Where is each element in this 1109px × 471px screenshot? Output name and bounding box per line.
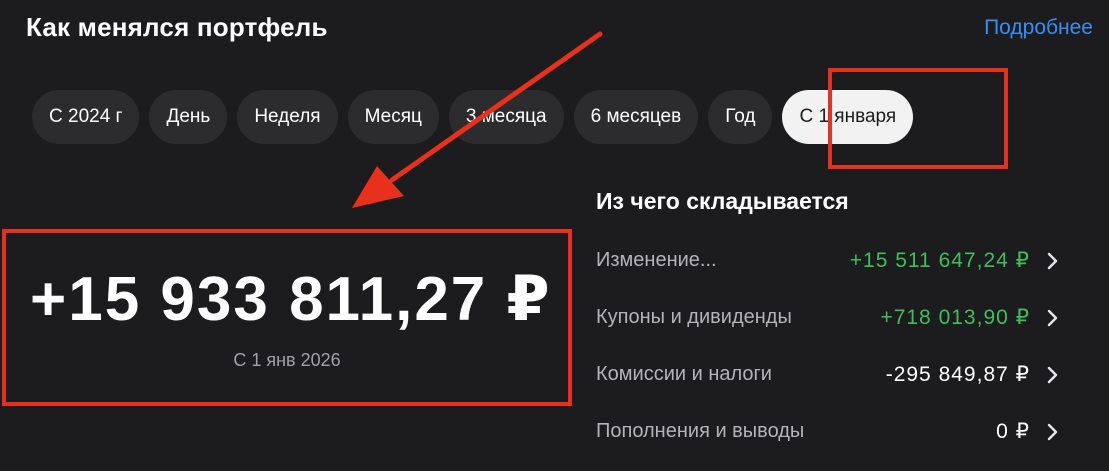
portfolio-change-amount: +15 933 811,27 ₽ — [30, 265, 552, 334]
row-label: Пополнения и выводы — [596, 420, 805, 442]
breakdown-title: Из чего складывается — [596, 188, 849, 214]
chevron-right-icon — [1042, 308, 1062, 328]
breakdown-list: Изменение... +15 511 647,24 ₽ Купоны и д… — [596, 232, 1076, 460]
tab-week[interactable]: Неделя — [237, 90, 338, 144]
breakdown-row-coupons-dividends[interactable]: Купоны и дивиденды +718 013,90 ₽ — [596, 289, 1076, 346]
breakdown-row-deposits-withdrawals[interactable]: Пополнения и выводы 0 ₽ — [596, 403, 1076, 460]
card-title: Как менялся портфель — [26, 12, 328, 42]
chevron-right-icon — [1042, 422, 1062, 442]
tab-3-months[interactable]: 3 месяца — [448, 90, 564, 144]
period-tabs: С 2024 г День Неделя Месяц 3 месяца 6 ме… — [32, 90, 914, 144]
tab-month[interactable]: Месяц — [347, 90, 439, 144]
breakdown-row-fees-taxes[interactable]: Комиссии и налоги -295 849,87 ₽ — [596, 346, 1076, 403]
row-value: -295 849,87 ₽ — [885, 363, 1030, 386]
chevron-right-icon — [1042, 251, 1062, 271]
tab-year[interactable]: Год — [708, 90, 773, 144]
tab-day[interactable]: День — [149, 90, 228, 144]
chevron-right-icon — [1042, 365, 1062, 385]
row-value: 0 ₽ — [996, 420, 1030, 443]
row-label: Комиссии и налоги — [596, 363, 772, 385]
tab-since-2024[interactable]: С 2024 г — [32, 90, 140, 144]
row-label: Купоны и дивиденды — [596, 306, 792, 328]
tab-6-months[interactable]: 6 месяцев — [573, 90, 699, 144]
tab-since-jan-1[interactable]: С 1 января — [782, 90, 914, 144]
breakdown-row-change[interactable]: Изменение... +15 511 647,24 ₽ — [596, 232, 1076, 289]
row-value: +718 013,90 ₽ — [880, 306, 1030, 329]
more-details-link[interactable]: Подробнее — [984, 16, 1093, 40]
row-label: Изменение... — [596, 249, 717, 271]
portfolio-change-card: Как менялся портфель Подробнее С 2024 г … — [0, 0, 1109, 471]
period-caption: С 1 янв 2026 — [233, 350, 341, 370]
row-value: +15 511 647,24 ₽ — [849, 249, 1030, 272]
